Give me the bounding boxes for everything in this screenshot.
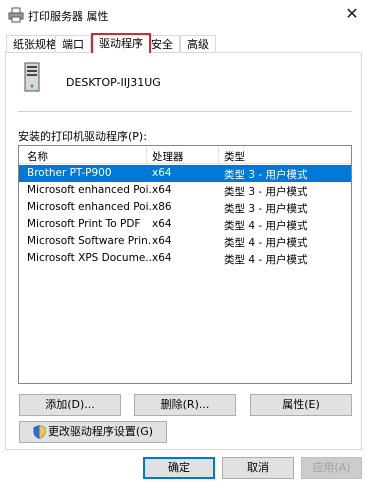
driver-row[interactable]: Microsoft enhanced Poi... x86 类型 3 - 用户模…: [19, 199, 351, 216]
driver-type: 类型 3 - 用户模式: [224, 169, 308, 181]
close-button[interactable]: ✕: [337, 0, 367, 30]
driver-name: Microsoft enhanced Poi...: [27, 201, 151, 213]
ok-button[interactable]: 确定: [143, 457, 215, 479]
drivers-list[interactable]: 名称 处理器 类型 Brother PT-P900 x64 类型 3 - 用户模…: [18, 145, 352, 384]
divider: [18, 111, 352, 112]
driver-type: 类型 3 - 用户模式: [224, 203, 308, 215]
window-title: 打印服务器 属性: [28, 10, 109, 23]
uac-shield-icon: [33, 425, 46, 439]
driver-processor: x64: [152, 218, 172, 230]
driver-name: Brother PT-P900: [27, 167, 112, 179]
tab-drivers[interactable]: 驱动程序: [91, 33, 151, 53]
driver-type: 类型 3 - 用户模式: [224, 186, 308, 198]
column-separator[interactable]: [146, 146, 147, 164]
installed-drivers-label: 安装的打印机驱动程序(P):: [18, 130, 147, 143]
driver-properties-button[interactable]: 属性(E): [250, 394, 352, 416]
driver-processor: x86: [152, 201, 172, 213]
cancel-button[interactable]: 取消: [222, 457, 294, 479]
printer-icon: [8, 7, 24, 23]
driver-row[interactable]: Microsoft enhanced Poi... x64 类型 3 - 用户模…: [19, 182, 351, 199]
change-driver-settings-button[interactable]: 更改驱动程序设置(G): [19, 421, 167, 443]
driver-name: Microsoft Software Prin...: [27, 235, 151, 247]
driver-processor: x64: [152, 235, 172, 247]
column-header-name[interactable]: 名称: [27, 149, 48, 164]
title-bar: 打印服务器 属性 ✕: [0, 0, 367, 30]
driver-name: Microsoft Print To PDF: [27, 218, 141, 230]
driver-type: 类型 4 - 用户模式: [224, 220, 308, 232]
driver-processor: x64: [152, 252, 172, 264]
column-separator[interactable]: [218, 146, 219, 164]
driver-row[interactable]: Microsoft Software Prin... x64 类型 4 - 用户…: [19, 233, 351, 250]
driver-processor: x64: [152, 167, 172, 179]
remove-driver-button[interactable]: 删除(R)...: [134, 394, 236, 416]
driver-processor: x64: [152, 184, 172, 196]
tab-ports[interactable]: 端口: [55, 35, 91, 53]
driver-row[interactable]: Microsoft Print To PDF x64 类型 4 - 用户模式: [19, 216, 351, 233]
list-header: 名称 处理器 类型: [19, 146, 351, 164]
tab-advanced[interactable]: 高级: [180, 35, 216, 53]
server-icon: [24, 62, 40, 92]
driver-type: 类型 4 - 用户模式: [224, 237, 308, 249]
driver-row[interactable]: Microsoft XPS Docume... x64 类型 4 - 用户模式: [19, 250, 351, 267]
apply-button[interactable]: 应用(A): [301, 457, 362, 479]
driver-name: Microsoft enhanced Poi...: [27, 184, 151, 196]
column-header-processor[interactable]: 处理器: [152, 149, 184, 164]
server-name: DESKTOP-IIJ31UG: [66, 76, 161, 89]
add-driver-button[interactable]: 添加(D)...: [19, 394, 121, 416]
close-icon: ✕: [345, 4, 359, 23]
driver-name: Microsoft XPS Docume...: [27, 252, 151, 264]
driver-row[interactable]: Brother PT-P900 x64 类型 3 - 用户模式: [19, 165, 351, 182]
column-header-type[interactable]: 类型: [224, 149, 245, 164]
change-driver-settings-label: 更改驱动程序设置(G): [47, 425, 154, 438]
driver-type: 类型 4 - 用户模式: [224, 254, 308, 266]
